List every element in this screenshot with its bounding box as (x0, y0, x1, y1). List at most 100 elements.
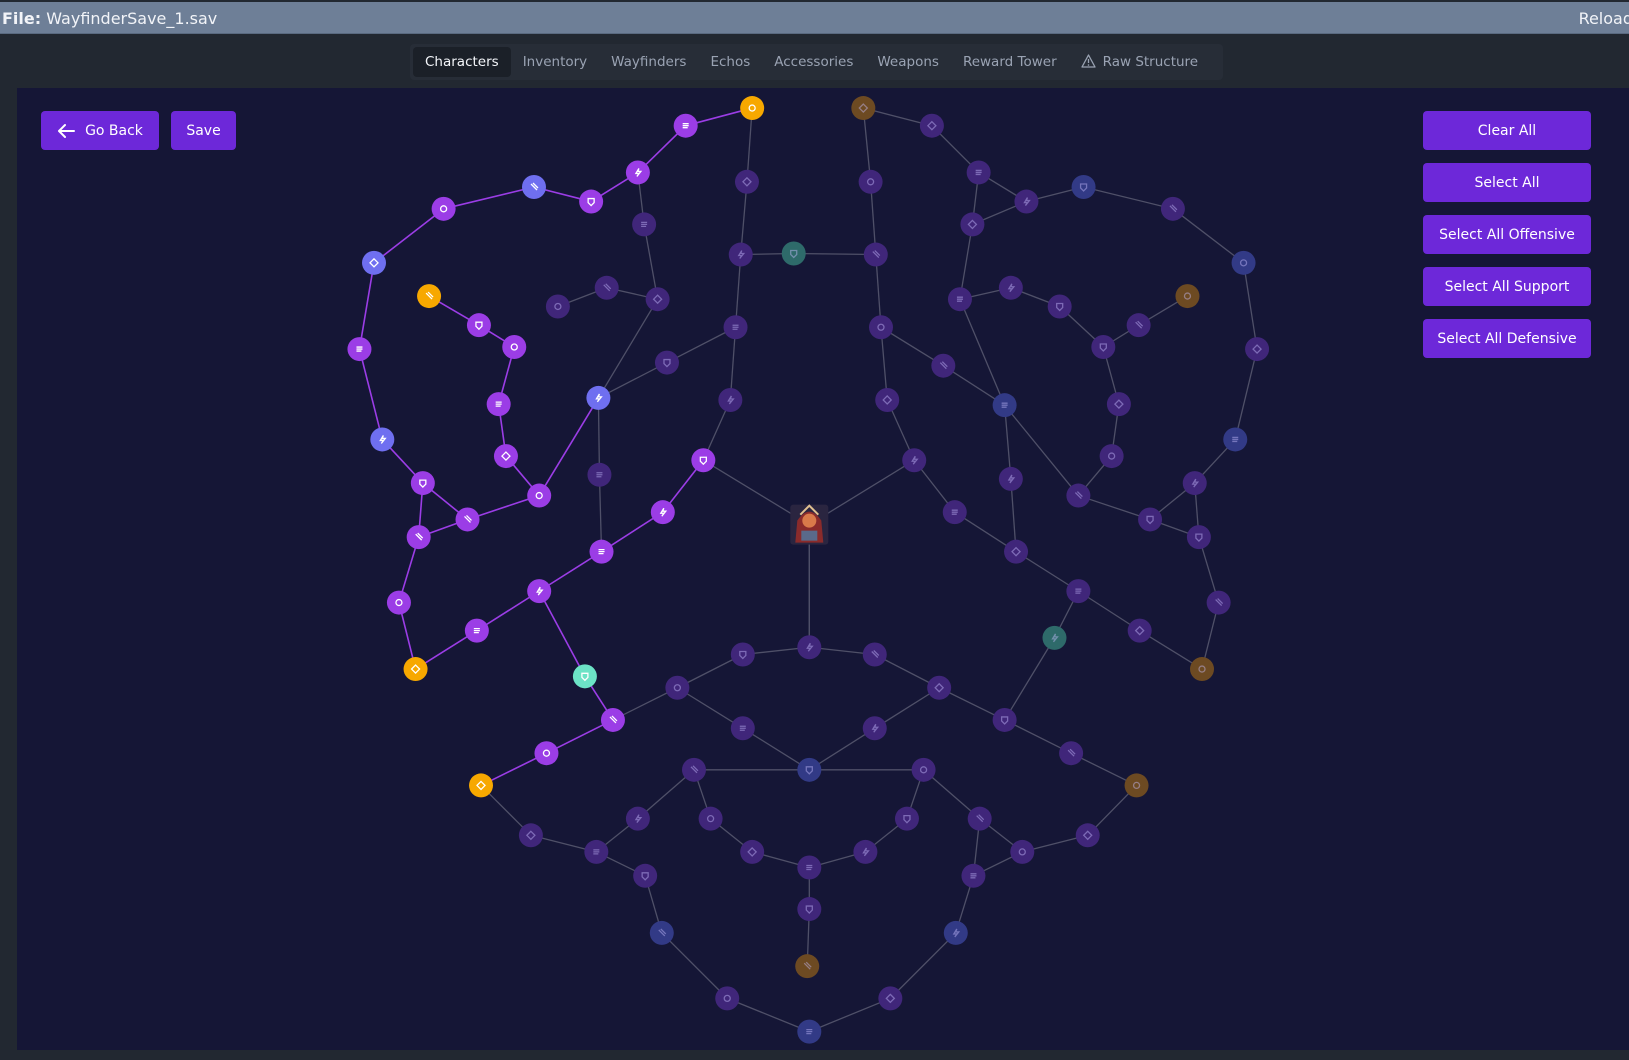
select-all-button[interactable]: Select All (1423, 163, 1591, 202)
skill-node[interactable] (943, 920, 968, 945)
skill-node[interactable] (534, 741, 559, 766)
skill-node[interactable] (1047, 294, 1072, 319)
skill-node[interactable] (1004, 539, 1029, 564)
skill-node[interactable] (960, 212, 985, 237)
skill-node[interactable] (431, 196, 456, 221)
save-button[interactable]: Save (171, 111, 236, 150)
skill-node[interactable] (347, 337, 372, 362)
skill-node[interactable] (521, 175, 546, 200)
skill-node[interactable] (410, 471, 435, 496)
skill-node[interactable] (386, 590, 411, 615)
skill-node[interactable] (878, 986, 903, 1011)
select-all-support-button[interactable]: Select All Support (1423, 267, 1591, 306)
skill-node[interactable] (998, 275, 1023, 300)
skill-node[interactable] (464, 618, 489, 643)
skill-node[interactable] (797, 855, 822, 880)
skill-node[interactable] (1099, 444, 1124, 469)
skill-node[interactable] (579, 189, 604, 214)
skill-node[interactable] (992, 393, 1017, 418)
skill-node[interactable] (1127, 618, 1152, 643)
skill-node[interactable] (992, 707, 1017, 732)
skill-node[interactable] (665, 675, 690, 700)
skill-node[interactable] (1126, 313, 1151, 338)
skill-node[interactable] (1124, 773, 1149, 798)
skill-node[interactable] (681, 757, 706, 782)
skill-node[interactable] (740, 96, 765, 121)
skill-node[interactable] (502, 334, 527, 359)
skill-node[interactable] (1075, 823, 1100, 848)
skill-node[interactable] (1106, 392, 1131, 417)
skill-node[interactable] (797, 897, 822, 922)
skill-node[interactable] (572, 664, 597, 689)
skill-node[interactable] (919, 113, 944, 138)
skill-node[interactable] (1066, 483, 1091, 508)
skill-node[interactable] (625, 806, 650, 831)
skill-node[interactable] (1010, 839, 1035, 864)
skill-node[interactable] (728, 242, 753, 267)
skill-node[interactable] (781, 241, 806, 266)
skill-node[interactable] (1071, 175, 1096, 200)
skill-node[interactable] (868, 315, 893, 340)
skill-node[interactable] (362, 250, 387, 275)
skill-node[interactable] (1182, 471, 1207, 496)
skill-node[interactable] (645, 287, 670, 312)
skill-node[interactable] (942, 500, 967, 525)
skill-node[interactable] (698, 806, 723, 831)
skill-node[interactable] (1066, 579, 1091, 604)
skill-node[interactable] (894, 806, 919, 831)
skill-node[interactable] (875, 387, 900, 412)
skill-node[interactable] (403, 657, 428, 682)
select-all-offensive-button[interactable]: Select All Offensive (1423, 215, 1591, 254)
skill-node[interactable] (417, 284, 442, 309)
skill-node[interactable] (545, 294, 570, 319)
skill-node[interactable] (858, 169, 883, 194)
skill-node[interactable] (1245, 337, 1270, 362)
go-back-button[interactable]: Go Back (41, 111, 159, 150)
skill-node[interactable] (1223, 427, 1248, 452)
skill-node[interactable] (947, 287, 972, 312)
skill-node[interactable] (1059, 741, 1084, 766)
select-all-defensive-button[interactable]: Select All Defensive (1423, 319, 1591, 358)
skill-node[interactable] (740, 839, 765, 864)
skill-node[interactable] (862, 716, 887, 741)
skill-node[interactable] (625, 160, 650, 185)
skill-node[interactable] (650, 500, 675, 525)
skill-node[interactable] (486, 392, 511, 417)
skill-node[interactable] (691, 448, 716, 473)
skill-node[interactable] (654, 350, 679, 375)
skill-node[interactable] (527, 579, 552, 604)
skill-node[interactable] (966, 160, 991, 185)
character-portrait[interactable] (790, 504, 829, 545)
skill-node[interactable] (527, 483, 552, 508)
skill-node[interactable] (518, 823, 543, 848)
skill-node[interactable] (1186, 525, 1211, 550)
skill-node[interactable] (730, 716, 755, 741)
skill-node[interactable] (587, 462, 612, 487)
skill-node[interactable] (649, 920, 674, 945)
skill-node[interactable] (723, 315, 748, 340)
skill-node[interactable] (902, 448, 927, 473)
skill-node[interactable] (1091, 334, 1116, 359)
skill-node[interactable] (600, 707, 625, 732)
skill-node[interactable] (734, 169, 759, 194)
skill-node[interactable] (586, 385, 611, 410)
skill-node[interactable] (455, 507, 480, 532)
skill-node[interactable] (863, 242, 888, 267)
skill-node[interactable] (797, 635, 822, 660)
skill-node[interactable] (1206, 590, 1231, 615)
skill-node[interactable] (730, 642, 755, 667)
skill-node[interactable] (632, 212, 657, 237)
skill-node[interactable] (795, 954, 820, 979)
skill-node[interactable] (1160, 196, 1185, 221)
skill-node[interactable] (1190, 657, 1215, 682)
skill-node[interactable] (469, 773, 494, 798)
clear-all-button[interactable]: Clear All (1423, 111, 1591, 150)
skill-node[interactable] (718, 387, 743, 412)
skill-node[interactable] (961, 863, 986, 888)
skill-node[interactable] (851, 96, 876, 121)
skill-node[interactable] (797, 757, 822, 782)
skill-node[interactable] (1138, 507, 1163, 532)
skill-node[interactable] (931, 353, 956, 378)
skill-node[interactable] (466, 313, 491, 338)
skill-node[interactable] (715, 986, 740, 1011)
